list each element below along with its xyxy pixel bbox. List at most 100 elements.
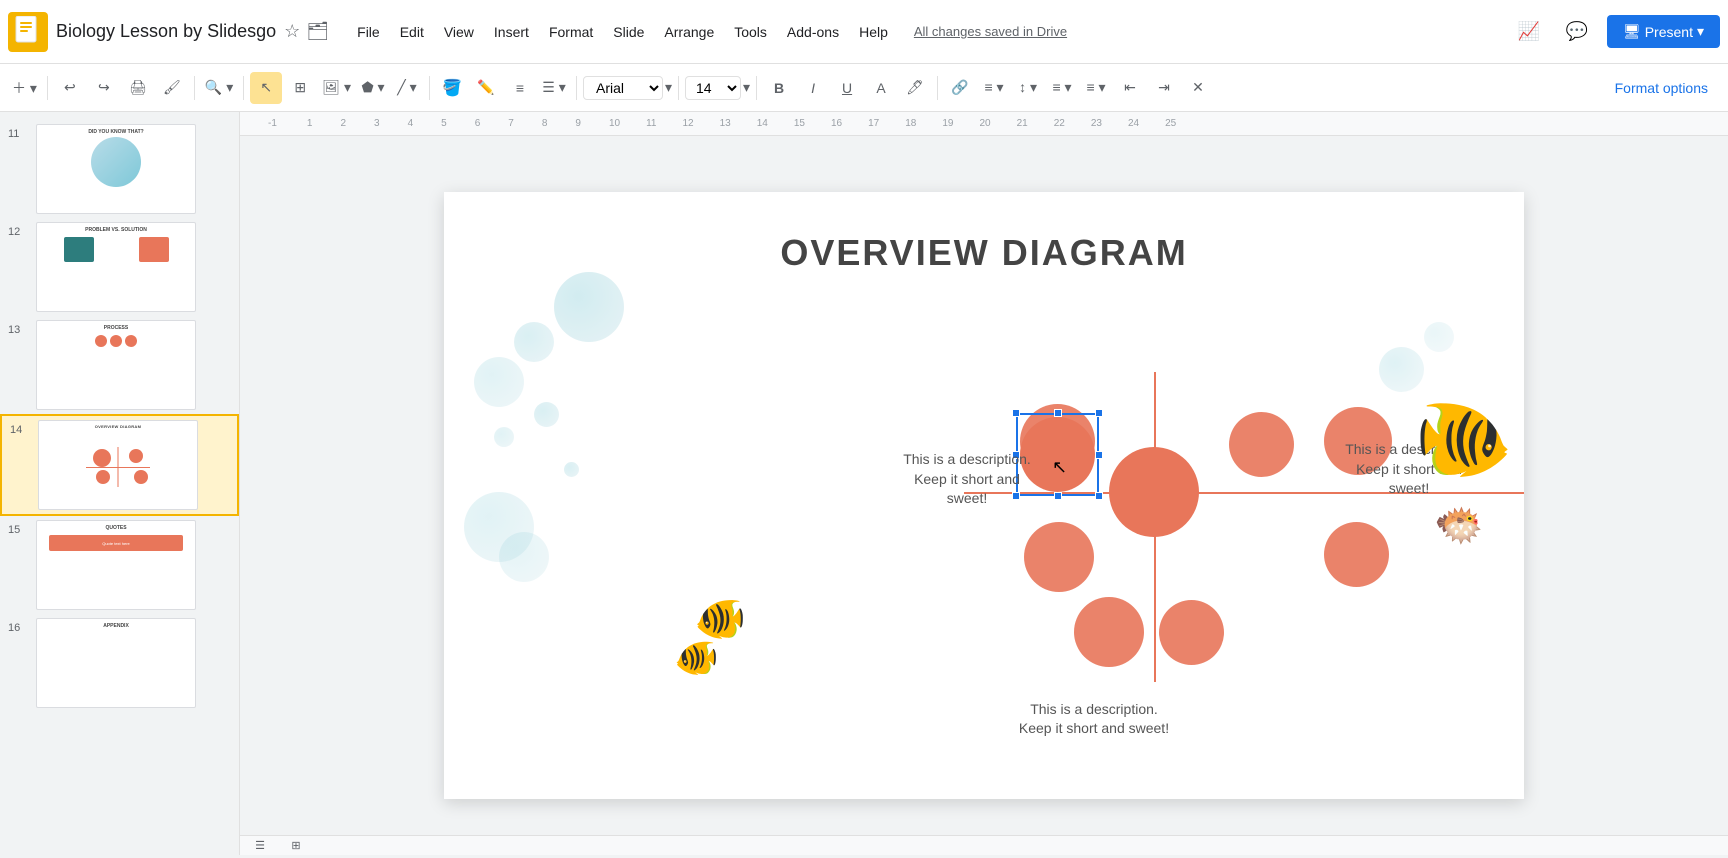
slide-num-13: 13 xyxy=(8,320,28,336)
menu-slide[interactable]: Slide xyxy=(603,20,654,44)
view-grid-button[interactable]: ⊞ xyxy=(284,834,308,858)
view-filmstrip-button[interactable]: ☰ xyxy=(248,834,272,858)
slide-thumb-11: DID YOU KNOW THAT? xyxy=(36,124,196,214)
bubble-3 xyxy=(474,357,524,407)
handle-tl[interactable] xyxy=(1012,409,1020,417)
toolbar: ＋ ▾ ↩ ↪ 🖨 🖌 🔍 ▾ ↖ ⊞ 🖼 ▾ ⬟ ▾ ╱ ▾ 🪣 ✏️ ≡ ☰… xyxy=(0,64,1728,112)
fill-color-button[interactable]: 🪣 xyxy=(436,72,468,104)
desc-bottom: This is a description. Keep it short and… xyxy=(1014,700,1174,739)
clear-format-button[interactable]: ✕ xyxy=(1182,72,1214,104)
slide-title: OVERVIEW DIAGRAM xyxy=(444,232,1524,274)
undo-button[interactable]: ↩ xyxy=(54,72,86,104)
slide-viewport[interactable]: OVERVIEW DIAGRAM xyxy=(240,136,1728,855)
slide-item-14[interactable]: 14 OVERVIEW DIAGRAM xyxy=(0,414,239,516)
slide-bottom-bar: ☰ ⊞ xyxy=(240,835,1728,855)
top-bar: Biology Lesson by Slidesgo ☆ 🗂 File Edit… xyxy=(0,0,1728,64)
shape-tool[interactable]: ⬟ ▾ xyxy=(357,72,389,104)
menu-addons[interactable]: Add-ons xyxy=(777,20,849,44)
handle-bottom[interactable] xyxy=(1054,492,1062,500)
present-label: Present xyxy=(1645,24,1693,40)
line-weight-button[interactable]: ☰ ▾ xyxy=(538,72,570,104)
comments-icon[interactable]: 💬 xyxy=(1559,14,1595,50)
bubble-4 xyxy=(534,402,559,427)
ruler: -1 1 2 3 4 5 6 7 8 9 10 11 12 13 14 15 1… xyxy=(240,112,1728,136)
slide-thumb-14: OVERVIEW DIAGRAM xyxy=(38,420,198,510)
toolbar-divider-1 xyxy=(47,76,48,100)
italic-button[interactable]: I xyxy=(797,72,829,104)
line-style-button[interactable]: ≡ xyxy=(504,72,536,104)
slide-item-15[interactable]: 15 QUOTES Quote text here xyxy=(0,516,239,614)
toolbar-divider-6 xyxy=(678,76,679,100)
bubble-1 xyxy=(554,272,624,342)
slide-item-12[interactable]: 12 PROBLEM VS. SOLUTION xyxy=(0,218,239,316)
activity-icon[interactable]: 📈 xyxy=(1511,14,1547,50)
toolbar-divider-8 xyxy=(937,76,938,100)
menu-arrange[interactable]: Arrange xyxy=(654,20,724,44)
toolbar-divider-7 xyxy=(756,76,757,100)
menu-edit[interactable]: Edit xyxy=(390,20,434,44)
pen-tool[interactable]: ✏️ xyxy=(470,72,502,104)
font-size-selector[interactable]: 14 xyxy=(685,76,741,100)
line-tool[interactable]: ╱ ▾ xyxy=(391,72,423,104)
list-ordered-button[interactable]: ≡ ▾ xyxy=(1046,72,1078,104)
link-button[interactable]: 🔗 xyxy=(944,72,976,104)
indent-less-button[interactable]: ⇤ xyxy=(1114,72,1146,104)
folder-icon[interactable]: 🗂 xyxy=(306,21,329,42)
zoom-button[interactable]: 🔍 ▾ xyxy=(201,72,237,104)
slide-item-16[interactable]: 16 APPENDIX xyxy=(0,614,239,712)
present-button[interactable]: 🖥 Present ▾ xyxy=(1607,15,1720,48)
bubble-5 xyxy=(494,427,514,447)
align-button[interactable]: ≡ ▾ xyxy=(978,72,1010,104)
desc-left: This is a description. Keep it short and… xyxy=(902,450,1032,509)
toolbar-divider-3 xyxy=(243,76,244,100)
content-area: -1 1 2 3 4 5 6 7 8 9 10 11 12 13 14 15 1… xyxy=(240,112,1728,855)
menu-format[interactable]: Format xyxy=(539,20,603,44)
handle-tr[interactable] xyxy=(1095,409,1103,417)
autosave-status[interactable]: All changes saved in Drive xyxy=(914,24,1067,39)
toolbar-divider-4 xyxy=(429,76,430,100)
add-button[interactable]: ＋ ▾ xyxy=(8,72,41,104)
clownfish-2: 🐠 xyxy=(674,637,719,679)
image-tool[interactable]: 🖼 ▾ xyxy=(318,72,355,104)
menu-insert[interactable]: Insert xyxy=(484,20,539,44)
slide-thumb-16: APPENDIX xyxy=(36,618,196,708)
fish-right-small: 🐡 xyxy=(1434,502,1484,549)
menu-help[interactable]: Help xyxy=(849,20,898,44)
slide-panel: 11 DID YOU KNOW THAT? 12 PROBLEM VS. SOL… xyxy=(0,112,240,855)
star-icon[interactable]: ☆ xyxy=(284,21,300,42)
menu-tools[interactable]: Tools xyxy=(724,20,777,44)
text-color-button[interactable]: A xyxy=(865,72,897,104)
slide-item-11[interactable]: 11 DID YOU KNOW THAT? xyxy=(0,120,239,218)
handle-top[interactable] xyxy=(1054,409,1062,417)
fish-right-large: 🐠 xyxy=(1414,392,1514,486)
menu-file[interactable]: File xyxy=(347,20,390,44)
select-tool[interactable]: ↖ xyxy=(250,72,282,104)
doc-title: Biology Lesson by Slidesgo xyxy=(56,21,276,42)
circle-far-bottom-right xyxy=(1324,522,1389,587)
slide-num-16: 16 xyxy=(8,618,28,634)
bubble-8 xyxy=(564,462,579,477)
indent-more-button[interactable]: ⇥ xyxy=(1148,72,1180,104)
menu-view[interactable]: View xyxy=(434,20,484,44)
circle-bottom-right-c xyxy=(1159,600,1224,665)
slide-thumb-13: PROCESS xyxy=(36,320,196,410)
slide-num-12: 12 xyxy=(8,222,28,238)
list-unordered-button[interactable]: ≡ ▾ xyxy=(1080,72,1112,104)
underline-button[interactable]: U xyxy=(831,72,863,104)
font-selector[interactable]: Arial xyxy=(583,76,663,100)
text-tool[interactable]: ⊞ xyxy=(284,72,316,104)
bold-button[interactable]: B xyxy=(763,72,795,104)
bubble-tr2 xyxy=(1424,322,1454,352)
slide-item-13[interactable]: 13 PROCESS xyxy=(0,316,239,414)
bubble-tr1 xyxy=(1379,347,1424,392)
toolbar-divider-5 xyxy=(576,76,577,100)
format-options-button[interactable]: Format options xyxy=(1603,74,1720,102)
line-spacing-button[interactable]: ↕ ▾ xyxy=(1012,72,1044,104)
handle-right[interactable] xyxy=(1095,451,1103,459)
handle-br[interactable] xyxy=(1095,492,1103,500)
paint-format-button[interactable]: 🖌 xyxy=(156,72,188,104)
print-button[interactable]: 🖨 xyxy=(122,72,154,104)
circle-top-right xyxy=(1229,412,1294,477)
highlight-button[interactable]: 🖊 xyxy=(899,72,931,104)
redo-button[interactable]: ↪ xyxy=(88,72,120,104)
